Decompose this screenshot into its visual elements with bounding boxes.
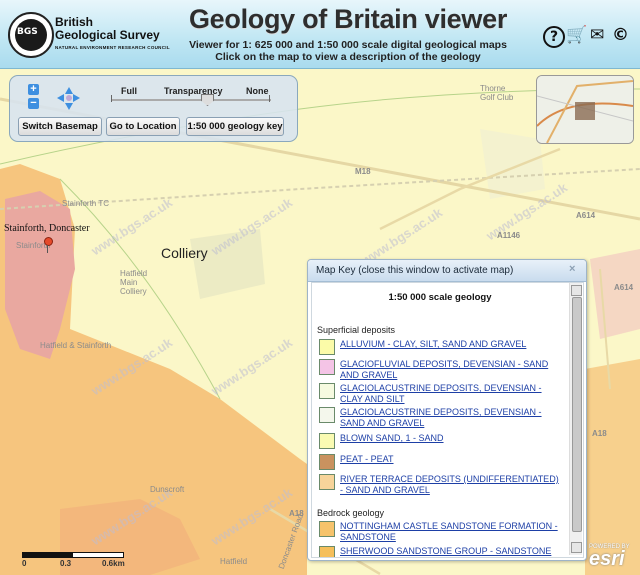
map-key-body: 1:50 000 scale geology Superficial depos… (311, 282, 584, 558)
key-scrollbar[interactable] (569, 283, 582, 555)
key-item-label[interactable]: ALLUVIUM - CLAY, SILT, SAND AND GRAVEL (340, 339, 560, 350)
pan-left-icon[interactable] (57, 94, 64, 102)
map-key-heading: 1:50 000 scale geology (388, 292, 492, 303)
close-icon[interactable]: × (569, 263, 575, 275)
location-pin-stem (47, 245, 48, 253)
bgs-logo[interactable]: BGS (8, 12, 54, 58)
page-subtitle-2: Click on the map to view a description o… (215, 51, 481, 63)
cart-icon[interactable]: 🛒 (566, 26, 587, 44)
page-subtitle-1: Viewer for 1: 625 000 and 1:50 000 scale… (189, 39, 507, 51)
label-a614: A614 (576, 211, 596, 220)
pan-center-icon[interactable] (66, 95, 72, 101)
label-a614-2: A614 (614, 283, 634, 292)
label-thorne-golf: Thorne Golf Club (480, 84, 514, 102)
sandstone-area-east (585, 359, 640, 575)
label-hatfield-stainforth: Hatfield & Stainforth (40, 341, 112, 350)
key-swatch (319, 359, 335, 375)
org-parent-name: NATURAL ENVIRONMENT RESEARCH COUNCIL (55, 45, 170, 50)
overview-map-graphic (537, 76, 633, 143)
key-item-label[interactable]: GLACIOLACUSTRINE DEPOSITS, DEVENSIAN - S… (340, 407, 560, 429)
label-stainforth-doncaster: Stainforth, Doncaster (4, 223, 90, 234)
label-colliery: Colliery (161, 245, 208, 261)
key-item-label[interactable]: GLACIOFLUVIAL DEPOSITS, DEVENSIAN - SAND… (340, 359, 560, 381)
key-item-label[interactable]: SHERWOOD SANDSTONE GROUP - SANDSTONE (340, 546, 560, 557)
scale-label-0: 0 (22, 559, 27, 568)
label-m18: M18 (355, 167, 371, 176)
key-swatch (319, 546, 335, 557)
org-name-line1: British (55, 15, 94, 29)
pan-right-icon[interactable] (73, 94, 80, 102)
label-hatfield: Hatfield (220, 557, 248, 566)
section-bedrock: Bedrock geology (317, 508, 385, 518)
page-title: Geology of Britain viewer (188, 4, 508, 34)
map-key-header[interactable]: Map Key (close this window to activate m… (308, 260, 586, 282)
scale-bar: 0 0.3 0.6km (22, 552, 132, 568)
label-dunscroft: Dunscroft (150, 485, 185, 494)
scroll-down-button[interactable] (571, 542, 582, 553)
key-item-label[interactable]: RIVER TERRACE DEPOSITS (UNDIFFERENTIATED… (340, 474, 560, 496)
pan-down-icon[interactable] (65, 103, 73, 110)
slider-tick (269, 95, 270, 102)
scrollbar-thumb[interactable] (572, 297, 582, 532)
key-swatch (319, 433, 335, 449)
section-superficial: Superficial deposits (317, 325, 396, 335)
key-item-label[interactable]: PEAT - PEAT (340, 454, 560, 465)
geology-key-button[interactable]: 1:50 000 geology key (186, 117, 284, 136)
help-icon[interactable]: ? (543, 26, 565, 48)
label-a18-2: A18 (592, 429, 607, 438)
pan-control[interactable] (57, 87, 80, 110)
logo-text: BGS (17, 27, 38, 37)
app-header: BGS British Geological Survey NATURAL EN… (0, 0, 640, 69)
key-swatch (319, 383, 335, 399)
scale-label-2: 0.6km (102, 559, 125, 568)
scroll-up-button[interactable] (571, 285, 582, 296)
go-to-location-button[interactable]: Go to Location (106, 117, 180, 136)
label-a1146: A1146 (497, 231, 521, 240)
org-name-line2: Geological Survey (55, 28, 160, 42)
key-item-label[interactable]: GLACIOLACUSTRINE DEPOSITS, DEVENSIAN - C… (340, 383, 560, 405)
map-key-dialog: Map Key (close this window to activate m… (307, 259, 587, 561)
key-swatch (319, 454, 335, 470)
peat-area (590, 249, 640, 339)
key-swatch (319, 521, 335, 537)
key-item-label[interactable]: BLOWN SAND, 1 - SAND (340, 433, 560, 444)
key-item-label[interactable]: NOTTINGHAM CASTLE SANDSTONE FORMATION - … (340, 521, 560, 543)
esri-logo: esri (589, 548, 625, 570)
label-hatfield-main: Hatfield Main Colliery (120, 269, 148, 296)
map-key-title: Map Key (close this window to activate m… (316, 265, 514, 276)
transparency-full-label: Full (121, 86, 137, 96)
copyright-icon[interactable]: © (612, 26, 629, 44)
pan-up-icon[interactable] (65, 87, 73, 94)
scale-label-1: 0.3 (60, 559, 72, 568)
location-pin-icon[interactable] (44, 237, 53, 246)
key-swatch (319, 407, 335, 423)
transparency-none-label: None (246, 86, 269, 96)
key-swatch (319, 474, 335, 490)
key-swatch (319, 339, 335, 355)
transparency-slider-track[interactable] (111, 99, 271, 101)
mail-icon[interactable]: ✉ (590, 26, 604, 44)
overview-extent-box (575, 102, 595, 120)
slider-tick (111, 95, 112, 102)
label-stainforth-tc: Stainforth TC (62, 199, 109, 208)
switch-basemap-button[interactable]: Switch Basemap (18, 117, 102, 136)
overview-map[interactable] (536, 75, 634, 144)
pan-diagonals (22, 92, 40, 104)
